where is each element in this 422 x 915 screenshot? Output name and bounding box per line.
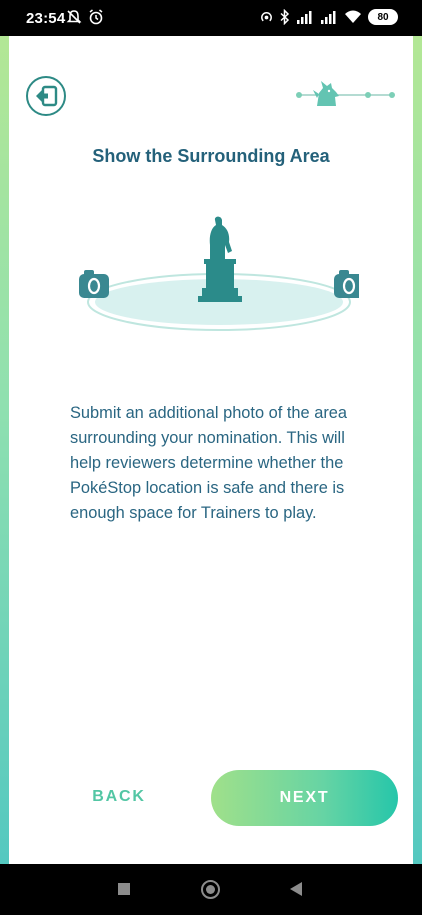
progress-dot	[365, 92, 371, 98]
alarm-icon	[89, 9, 103, 25]
signal-icon	[297, 11, 312, 24]
back-button[interactable]: BACK	[80, 788, 158, 806]
battery-level: 80	[377, 11, 389, 23]
description-text: Submit an additional photo of the area s…	[70, 404, 348, 522]
next-button-label: NEXT	[279, 789, 330, 806]
status-bar: 23:54 80	[0, 0, 422, 36]
next-button[interactable]: NEXT	[211, 770, 398, 826]
bluetooth-icon	[280, 9, 290, 25]
signal-icon	[321, 11, 336, 24]
camera-icon-right	[334, 270, 359, 298]
home-button[interactable]	[201, 880, 220, 899]
battery-icon: 80	[368, 9, 398, 25]
page-title: Show the Surrounding Area	[92, 146, 330, 166]
exit-button[interactable]	[26, 76, 66, 116]
back-nav-button[interactable]	[290, 882, 302, 896]
status-left-icons	[66, 9, 104, 25]
content-panel: Show the Surrounding Area Submit an addi…	[9, 36, 413, 864]
status-time: 23:54	[26, 10, 66, 27]
hotspot-icon	[261, 11, 272, 21]
wifi-icon	[345, 10, 361, 23]
pikachu-icon	[313, 81, 339, 106]
navigation-bar	[0, 864, 422, 915]
camera-icon-left	[79, 270, 109, 298]
recents-button[interactable]	[118, 883, 130, 895]
progress-dot	[296, 92, 302, 98]
surrounding-area-illustration	[79, 216, 359, 331]
app-container: Show the Surrounding Area Submit an addi…	[0, 36, 422, 864]
status-right-icons: 80	[259, 9, 398, 25]
statue-icon	[198, 216, 242, 302]
muted-notification-icon	[66, 10, 82, 24]
progress-dot	[389, 92, 395, 98]
exit-icon	[36, 85, 58, 107]
progress-indicator	[296, 81, 395, 106]
